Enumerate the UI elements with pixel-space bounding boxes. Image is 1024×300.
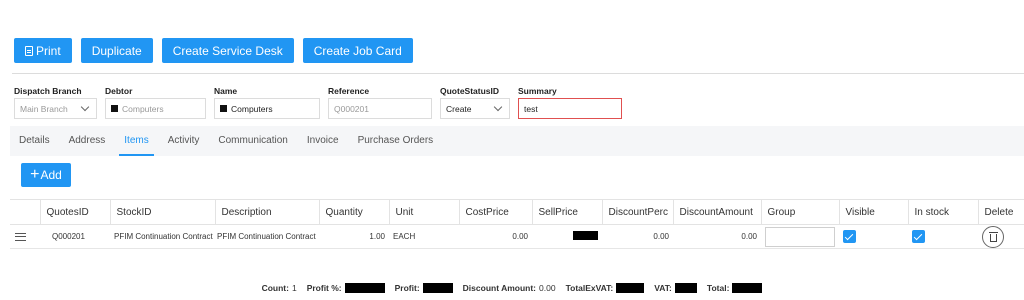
column-header-in-stock[interactable]: In stock: [908, 199, 979, 225]
stock-id-cell: PFIM Continuation Contract: [110, 224, 215, 249]
in-stock-checkbox[interactable]: [912, 230, 925, 243]
column-header-stock-id[interactable]: StockID: [110, 199, 216, 225]
column-header-group[interactable]: Group: [761, 199, 840, 225]
table-header-row: QuotesID StockID Description Quantity Un…: [10, 199, 1024, 225]
visible-checkbox[interactable]: [843, 230, 856, 243]
reference-input[interactable]: Q000201: [328, 98, 432, 119]
tab-bar: Details Address Items Activity Communica…: [10, 126, 1024, 156]
debtor-label: Debtor: [105, 86, 133, 96]
redacted-block: [422, 283, 453, 293]
create-job-card-button[interactable]: Create Job Card: [302, 38, 413, 63]
redacted-block: [732, 283, 763, 293]
column-header-discount-perc[interactable]: DiscountPerc: [602, 199, 674, 225]
summary-input[interactable]: test: [518, 98, 622, 119]
drag-handle-icon[interactable]: [15, 232, 26, 241]
table-row[interactable]: Q000201 PFIM Continuation Contract PFIM …: [10, 224, 1024, 249]
dispatch-branch-field: Dispatch Branch Main Branch: [14, 86, 97, 119]
description-cell: PFIM Continuation Contract: [215, 224, 319, 249]
total-ex-vat-summary: TotalExVAT:: [566, 283, 645, 293]
quote-status-field: QuoteStatusID Create: [440, 86, 510, 119]
column-header-drag: [10, 199, 41, 225]
sell-price-cell: [532, 224, 602, 249]
column-header-delete: Delete: [978, 199, 1024, 225]
in-stock-cell: [908, 224, 978, 249]
tab-items[interactable]: Items: [119, 126, 157, 156]
quote-status-select[interactable]: Create: [440, 98, 510, 119]
print-button[interactable]: Print: [14, 38, 72, 63]
redacted-block: [674, 283, 697, 293]
drag-handle-cell[interactable]: [10, 224, 40, 249]
tab-details[interactable]: Details: [19, 126, 59, 156]
column-header-quotes-id[interactable]: QuotesID: [40, 199, 111, 225]
totals-footer: Count: 1 Profit %: Profit: Discount Amoun…: [0, 283, 1024, 293]
print-icon: [25, 45, 33, 56]
name-color-swatch: [220, 105, 227, 112]
reference-label: Reference: [328, 86, 370, 96]
quote-header-form: Dispatch Branch Main Branch Debtor Compu…: [14, 86, 630, 119]
tab-address[interactable]: Address: [69, 126, 115, 156]
quantity-cell: 1.00: [319, 224, 389, 249]
chevron-down-icon: [80, 102, 90, 112]
discount-amount-cell: 0.00: [673, 224, 761, 249]
dispatch-branch-select[interactable]: Main Branch: [14, 98, 97, 119]
tab-activity[interactable]: Activity: [168, 126, 209, 156]
group-cell: [761, 224, 839, 249]
discount-perc-cell: 0.00: [602, 224, 673, 249]
debtor-input[interactable]: Computers: [105, 98, 206, 119]
column-header-quantity[interactable]: Quantity: [319, 199, 390, 225]
create-service-desk-button[interactable]: Create Service Desk: [161, 38, 294, 63]
discount-summary: Discount Amount: 0.00: [462, 283, 556, 293]
column-header-discount-amount[interactable]: DiscountAmount: [673, 199, 762, 225]
cost-price-cell: 0.00: [459, 224, 532, 249]
vat-summary: VAT:: [654, 283, 697, 293]
chevron-down-icon: [493, 102, 503, 112]
column-header-cost-price[interactable]: CostPrice: [459, 199, 533, 225]
delete-button[interactable]: [982, 225, 1004, 248]
total-summary: Total:: [707, 283, 763, 293]
profit-pct-summary: Profit %:: [307, 283, 385, 293]
redacted-block: [616, 283, 645, 293]
tab-purchase-orders[interactable]: Purchase Orders: [358, 126, 443, 156]
column-header-visible[interactable]: Visible: [839, 199, 909, 225]
plus-icon: +: [30, 166, 40, 183]
reference-field: Reference Q000201: [328, 86, 432, 119]
add-item-button[interactable]: + Add: [21, 163, 71, 187]
redacted-block: [573, 231, 598, 240]
debtor-color-swatch: [111, 105, 118, 112]
column-header-unit[interactable]: Unit: [389, 199, 460, 225]
quote-status-label: QuoteStatusID: [440, 86, 500, 96]
column-header-sell-price[interactable]: SellPrice: [532, 199, 603, 225]
dispatch-branch-label: Dispatch Branch: [14, 86, 82, 96]
trash-icon: [988, 231, 998, 242]
column-header-description[interactable]: Description: [215, 199, 320, 225]
toolbar-divider: [12, 73, 1024, 74]
group-input[interactable]: [765, 226, 835, 247]
visible-cell: [839, 224, 908, 249]
name-field: Name Computers: [214, 86, 320, 119]
delete-cell: [978, 224, 1024, 249]
summary-field: Summary test: [518, 86, 622, 119]
count-summary: Count: 1: [261, 283, 297, 293]
profit-summary: Profit:: [395, 283, 453, 293]
duplicate-button[interactable]: Duplicate: [80, 38, 153, 63]
quotes-id-cell: Q000201: [40, 224, 110, 249]
summary-label: Summary: [518, 86, 557, 96]
tab-communication[interactable]: Communication: [218, 126, 296, 156]
name-label: Name: [214, 86, 238, 96]
unit-cell: EACH: [389, 224, 459, 249]
toolbar: Print Duplicate Create Service Desk Crea…: [14, 38, 413, 63]
tab-invoice[interactable]: Invoice: [307, 126, 348, 156]
items-table: QuotesID StockID Description Quantity Un…: [10, 199, 1024, 249]
debtor-field: Debtor Computers: [105, 86, 206, 119]
redacted-block: [344, 283, 385, 293]
name-input[interactable]: Computers: [214, 98, 320, 119]
